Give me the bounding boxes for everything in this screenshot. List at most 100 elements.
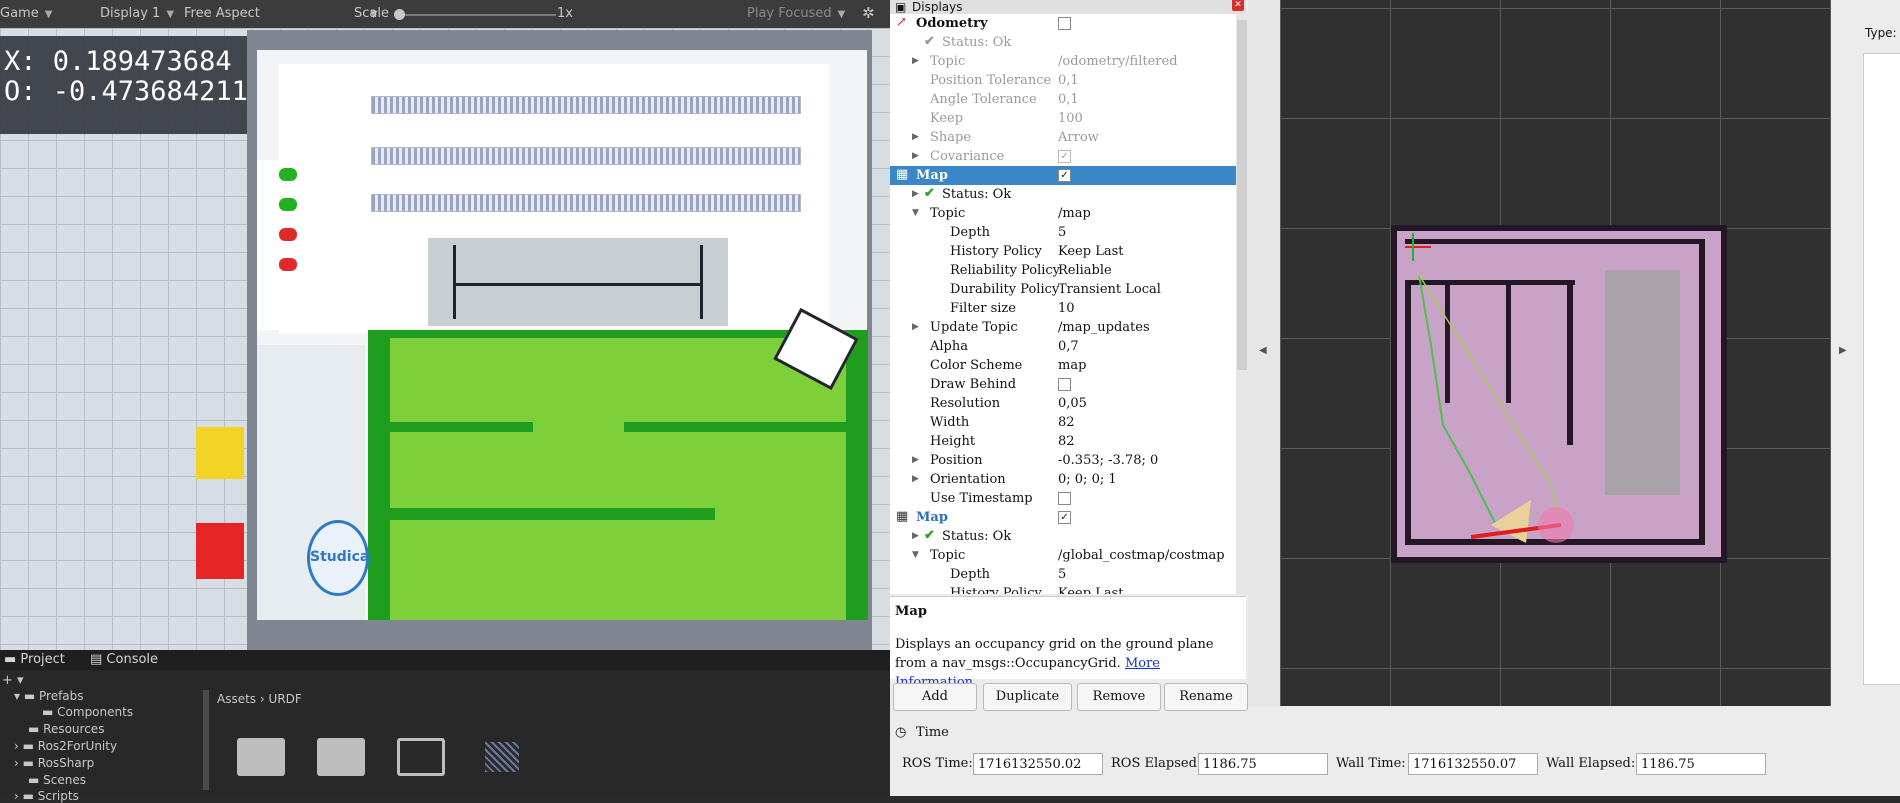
- add-button[interactable]: Add: [893, 683, 977, 711]
- display-row[interactable]: Filter size 10: [890, 299, 1236, 318]
- display-row-value[interactable]: /map: [1058, 206, 1091, 221]
- display-row[interactable]: Durability Policy Transient Local: [890, 280, 1236, 299]
- display-row-value[interactable]: 5: [1058, 225, 1066, 240]
- remove-button[interactable]: Remove: [1077, 683, 1161, 711]
- display-row[interactable]: Reliability Policy Reliable: [890, 261, 1236, 280]
- display-row[interactable]: ✔ Status: Ok: [890, 33, 1236, 52]
- tree-item-ros2forunity[interactable]: › ▬ Ros2ForUnity: [14, 739, 117, 753]
- display-row[interactable]: Alpha 0,7: [890, 337, 1236, 356]
- display-row-value[interactable]: 0,1: [1058, 92, 1079, 107]
- aspect-dropdown[interactable]: Free Aspect ▼: [184, 6, 378, 21]
- tree-item-scripts[interactable]: › ▬ Scripts: [14, 789, 79, 803]
- expand-down-icon[interactable]: ▼: [912, 550, 919, 560]
- tab-project[interactable]: ▬ Project: [4, 652, 65, 667]
- display-row[interactable]: History Policy Keep Last: [890, 584, 1236, 594]
- checkbox[interactable]: ✓: [1058, 511, 1071, 524]
- asset-thumbnail-icon[interactable]: [485, 742, 519, 772]
- display-row-value[interactable]: Keep Last: [1058, 244, 1123, 259]
- add-asset-button[interactable]: + ▾: [2, 673, 24, 688]
- tree-scrollbar[interactable]: [203, 690, 209, 790]
- display-row[interactable]: ▶ Position -0.353; -3.78; 0: [890, 451, 1236, 470]
- display-row-value[interactable]: Transient Local: [1058, 282, 1161, 297]
- display-row[interactable]: ▦ Map ✓: [890, 508, 1236, 527]
- scale-slider-handle[interactable]: [394, 9, 405, 20]
- tree-item-scenes[interactable]: ▬ Scenes: [28, 773, 86, 787]
- tree-item-components[interactable]: ▬ Components: [42, 705, 133, 719]
- expand-right-icon[interactable]: ▶: [912, 474, 919, 484]
- selection-tree[interactable]: [1863, 53, 1900, 685]
- display-row-value[interactable]: Keep Last: [1058, 586, 1123, 594]
- display-row[interactable]: Keep 100: [890, 109, 1236, 128]
- expand-down-icon[interactable]: ▼: [912, 208, 919, 218]
- display-row-value[interactable]: 0,1: [1058, 73, 1079, 88]
- display-row-value[interactable]: 82: [1058, 415, 1075, 430]
- folder-icon[interactable]: [237, 738, 285, 776]
- display-row[interactable]: ▶ Update Topic/map_updates: [890, 318, 1236, 337]
- display-row[interactable]: ▶ Covariance ✓: [890, 147, 1236, 166]
- expand-right-icon[interactable]: ▶: [912, 189, 919, 199]
- checkbox[interactable]: [1058, 492, 1071, 505]
- display-row-value[interactable]: 100: [1058, 111, 1083, 126]
- expand-right-icon[interactable]: ▶: [912, 151, 919, 161]
- display-row-value[interactable]: 82: [1058, 434, 1075, 449]
- checkbox[interactable]: ✓: [1058, 169, 1071, 182]
- collapse-left-icon[interactable]: ◀: [1259, 345, 1267, 356]
- ros-elapsed-field[interactable]: 1186.75: [1198, 753, 1328, 775]
- expand-right-icon[interactable]: ▶: [912, 531, 919, 541]
- folder-icon[interactable]: [317, 738, 365, 776]
- expand-right-icon[interactable]: ▶: [912, 56, 919, 66]
- tab-console[interactable]: ▤ Console: [90, 652, 158, 667]
- close-icon[interactable]: ✕: [1232, 0, 1244, 11]
- display-row[interactable]: ▼ Topic/map: [890, 204, 1236, 223]
- display-row[interactable]: Resolution 0,05: [890, 394, 1236, 413]
- display-row[interactable]: ▶ ✔ Status: Ok: [890, 527, 1236, 546]
- display-row[interactable]: Angle Tolerance 0,1: [890, 90, 1236, 109]
- display-row[interactable]: ↗ Odometry: [890, 14, 1236, 33]
- display-row[interactable]: ▶ Orientation 0; 0; 0; 1: [890, 470, 1236, 489]
- display-row-value[interactable]: 5: [1058, 567, 1066, 582]
- display-row[interactable]: Height 82: [890, 432, 1236, 451]
- breadcrumb-assets[interactable]: Assets: [217, 692, 256, 706]
- display-row-value[interactable]: Reliable: [1058, 263, 1112, 278]
- display-row-value[interactable]: -0.353; -3.78; 0: [1058, 453, 1158, 468]
- game-mode-dropdown[interactable]: Game ▼: [0, 6, 52, 21]
- display-row-value[interactable]: /odometry/filtered: [1058, 54, 1178, 69]
- checkbox[interactable]: [1058, 378, 1071, 391]
- display-row-value[interactable]: 0; 0; 0; 1: [1058, 472, 1117, 487]
- play-mode-dropdown[interactable]: Play Focused ▼: [747, 6, 845, 21]
- bug-icon[interactable]: ✲: [862, 4, 875, 22]
- display-row[interactable]: Use Timestamp: [890, 489, 1236, 508]
- display-row-value[interactable]: 0,05: [1058, 396, 1087, 411]
- duplicate-button[interactable]: Duplicate: [983, 683, 1072, 711]
- display-dropdown[interactable]: Display 1 ▼: [100, 6, 174, 21]
- ros-time-field[interactable]: 1716132550.02: [973, 753, 1103, 775]
- display-row[interactable]: ▶ Shape Arrow: [890, 128, 1236, 147]
- display-row-value[interactable]: Arrow: [1058, 130, 1099, 145]
- checkbox[interactable]: [1058, 17, 1071, 30]
- display-row[interactable]: ▼ Topic/global_costmap/costmap: [890, 546, 1236, 565]
- wall-elapsed-field[interactable]: 1186.75: [1636, 753, 1766, 775]
- scale-slider[interactable]: [396, 14, 556, 16]
- tree-item-prefabs[interactable]: ▾ ▬ Prefabs: [14, 689, 84, 703]
- collapse-right-icon[interactable]: ▶: [1839, 345, 1847, 356]
- display-row[interactable]: History Policy Keep Last: [890, 242, 1236, 261]
- expand-right-icon[interactable]: ▶: [912, 455, 919, 465]
- display-row-value[interactable]: /global_costmap/costmap: [1058, 548, 1225, 563]
- display-row[interactable]: ▶ Topic/odometry/filtered: [890, 52, 1236, 71]
- folder-open-icon[interactable]: [397, 738, 445, 776]
- display-row[interactable]: Position Tolerance 0,1: [890, 71, 1236, 90]
- panel-splitter[interactable]: ◀: [1248, 0, 1280, 706]
- expand-right-icon[interactable]: ▶: [912, 322, 919, 332]
- checkbox[interactable]: ✓: [1058, 150, 1071, 163]
- display-row[interactable]: ▦ Map ✓: [890, 166, 1236, 185]
- display-row-value[interactable]: 10: [1058, 301, 1075, 316]
- display-row-value[interactable]: /map_updates: [1058, 320, 1150, 335]
- display-row[interactable]: Color Scheme map: [890, 356, 1236, 375]
- tree-item-resources[interactable]: ▬ Resources: [28, 722, 104, 736]
- display-row[interactable]: Draw Behind: [890, 375, 1236, 394]
- displays-scrollbar-thumb[interactable]: [1237, 20, 1247, 370]
- wall-time-field[interactable]: 1716132550.07: [1408, 753, 1538, 775]
- rename-button[interactable]: Rename: [1164, 683, 1248, 711]
- display-row[interactable]: Width 82: [890, 413, 1236, 432]
- tree-item-rossharp[interactable]: › ▬ RosSharp: [14, 756, 94, 770]
